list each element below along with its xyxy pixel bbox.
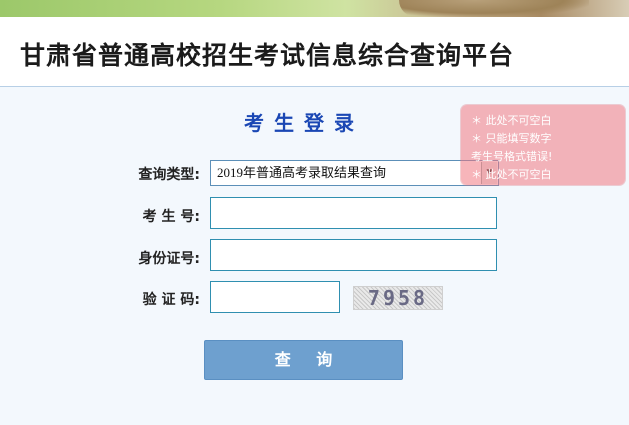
top-banner-image bbox=[0, 0, 629, 17]
banner-rock-decoration bbox=[399, 0, 589, 17]
page-header: 甘肃省普通高校招生考试信息综合查询平台 bbox=[0, 17, 629, 87]
candidate-number-label: 考 生 号: bbox=[142, 209, 200, 225]
tooltip-line: 考生号格式错误! bbox=[471, 150, 553, 163]
tooltip-line: ＊ 只能填写数字 bbox=[471, 132, 552, 145]
query-type-label: 查询类型: bbox=[138, 167, 200, 183]
captcha-label: 验 证 码: bbox=[142, 292, 200, 308]
query-type-select[interactable]: 2019年普通高考录取结果查询 ▼ bbox=[210, 160, 499, 186]
query-button[interactable]: 查 询 bbox=[204, 340, 403, 380]
validation-tooltip: ＊ 此处不可空白 ＊ 只能填写数字 考生号格式错误! ＊ 此处不可空白 bbox=[461, 105, 625, 185]
query-type-selected-value: 2019年普通高考录取结果查询 bbox=[217, 165, 387, 180]
candidate-number-input[interactable] bbox=[210, 197, 497, 229]
site-title: 甘肃省普通高校招生考试信息综合查询平台 bbox=[20, 41, 515, 70]
tooltip-line: ＊ 此处不可空白 bbox=[471, 168, 552, 181]
login-title: 考生登录 bbox=[244, 111, 364, 135]
captcha-input[interactable] bbox=[210, 281, 340, 313]
captcha-image[interactable]: 7958 bbox=[353, 286, 443, 310]
id-card-input[interactable] bbox=[210, 239, 497, 271]
id-card-label: 身份证号: bbox=[138, 251, 200, 267]
tooltip-line: ＊ 此处不可空白 bbox=[471, 114, 552, 127]
